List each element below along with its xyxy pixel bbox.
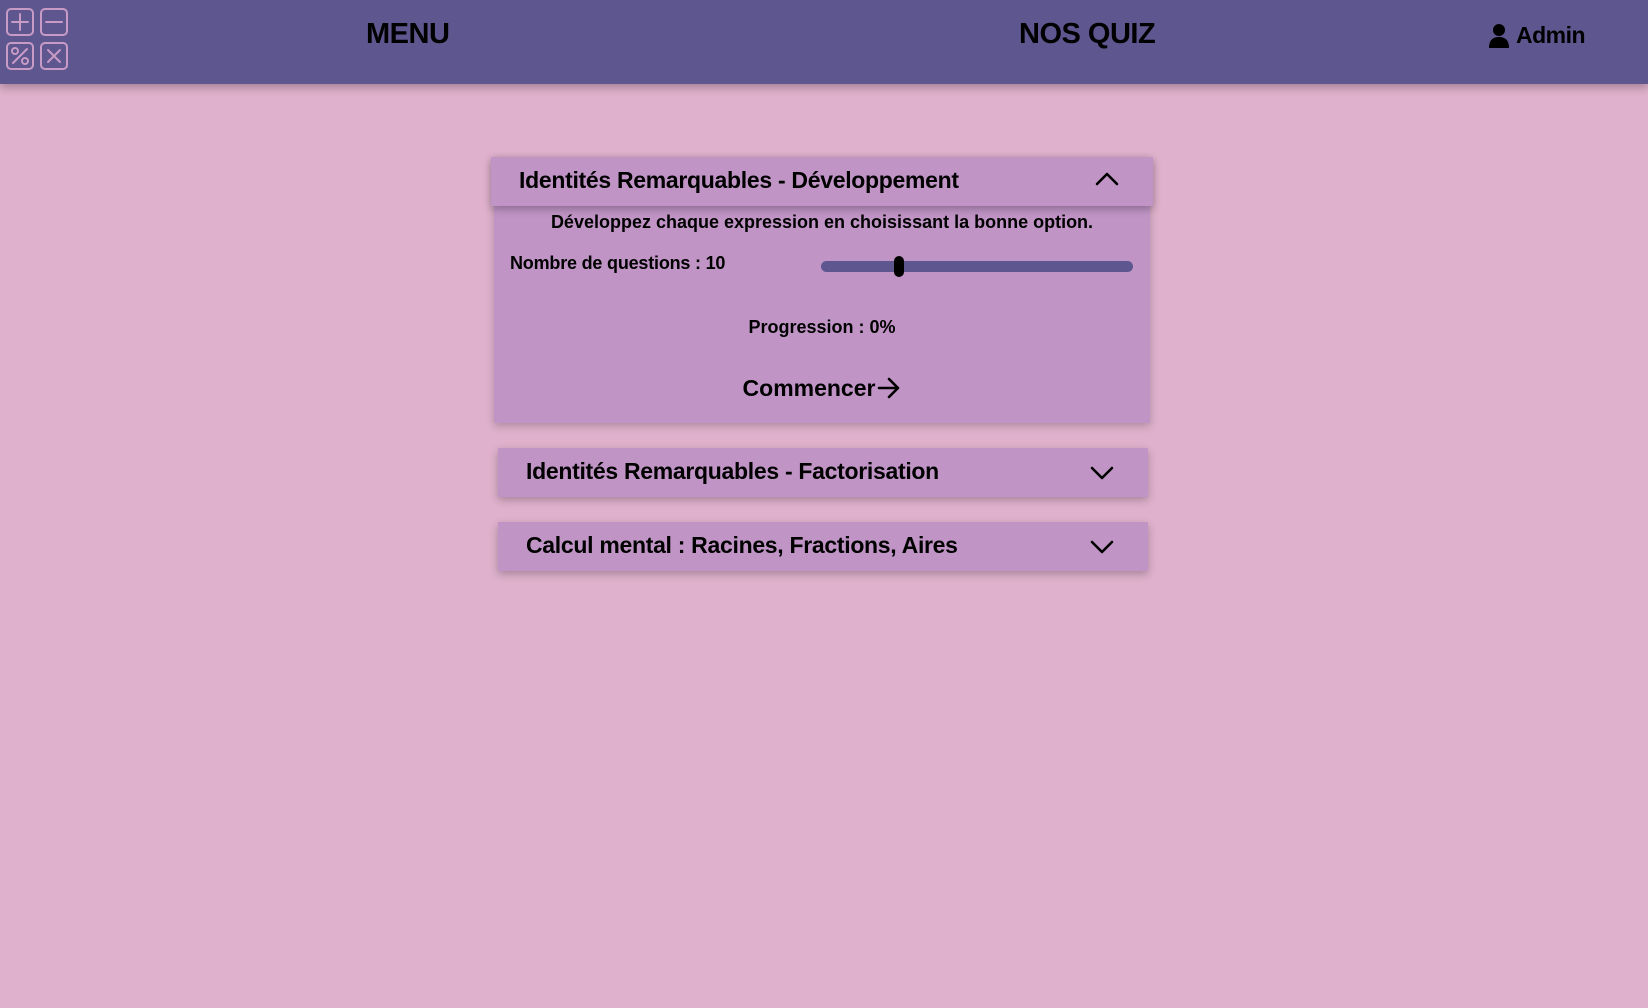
minus-icon	[40, 8, 68, 36]
start-label: Commencer	[742, 375, 876, 401]
slider-thumb[interactable]	[894, 256, 904, 277]
nav-quiz-link[interactable]: NOS QUIZ	[1019, 18, 1156, 51]
chevron-down-icon[interactable]	[1090, 465, 1114, 481]
questions-slider[interactable]	[821, 256, 1133, 277]
quiz-title: Identités Remarquables - Factorisation	[526, 458, 939, 484]
quiz-card-developpement: Identités Remarquables - Développement D…	[491, 157, 1153, 423]
nav-menu-link[interactable]: MENU	[366, 18, 450, 51]
admin-label: Admin	[1516, 22, 1586, 48]
quiz-header-factorisation[interactable]: Identités Remarquables - Factorisation	[498, 448, 1148, 497]
app-logo[interactable]	[6, 8, 70, 72]
multiply-icon	[40, 42, 68, 70]
quiz-title: Calcul mental : Racines, Fractions, Aire…	[526, 532, 958, 558]
arrow-right-icon	[878, 377, 900, 399]
user-icon	[1489, 23, 1509, 48]
chevron-up-icon[interactable]	[1095, 171, 1119, 187]
nav-admin-link[interactable]: Admin	[1488, 22, 1586, 49]
top-navbar: MENU NOS QUIZ Admin	[0, 0, 1648, 84]
chevron-down-icon[interactable]	[1090, 539, 1114, 555]
quiz-title: Identités Remarquables - Développement	[519, 167, 959, 193]
plus-icon	[6, 8, 34, 36]
quiz-header-developpement[interactable]: Identités Remarquables - Développement	[491, 157, 1153, 206]
percent-icon	[6, 42, 34, 70]
quiz-header-calcul-mental[interactable]: Calcul mental : Racines, Fractions, Aire…	[498, 522, 1148, 571]
start-quiz-button[interactable]: Commencer	[494, 375, 1150, 402]
quiz-description: Développez chaque expression en choisiss…	[550, 212, 1094, 232]
questions-count-label: Nombre de questions : 10	[510, 253, 726, 273]
progress-label: Progression : 0%	[748, 317, 896, 337]
